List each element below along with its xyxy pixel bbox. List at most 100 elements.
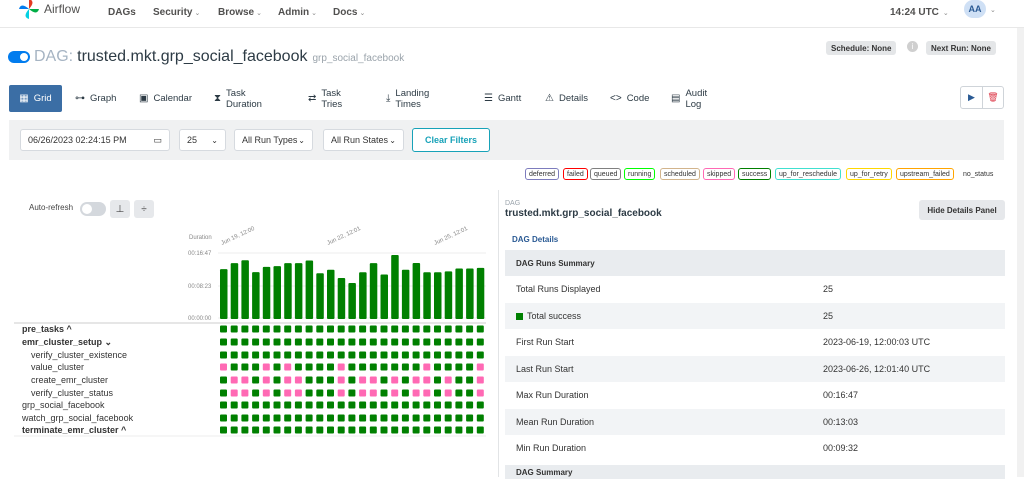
summary-key: First Run Start: [516, 337, 575, 348]
task-instance-square: [423, 325, 431, 333]
delete-dag-button[interactable]: 🗑: [981, 87, 1003, 108]
task-instance-square: [337, 401, 345, 409]
task-instance-square: [444, 389, 452, 397]
task-instance-square: [391, 363, 399, 371]
task-instance-square: [380, 376, 388, 384]
task-row-label[interactable]: value_cluster: [31, 361, 84, 373]
task-instance-square: [220, 389, 227, 397]
legend-success[interactable]: success: [738, 168, 772, 180]
task-instance-square: [262, 351, 270, 359]
task-instance-square: [327, 389, 334, 397]
task-instance-square: [359, 363, 367, 371]
tab-details[interactable]: ⚠ Details: [541, 85, 592, 112]
legend-no-status[interactable]: no_status: [960, 168, 997, 180]
task-row-label[interactable]: pre_tasks ^: [22, 323, 72, 335]
task-instance-square: [284, 376, 292, 384]
task-row-label[interactable]: verify_cluster_status: [31, 387, 113, 399]
task-instance-square: [241, 414, 249, 422]
task-instance-square: [273, 338, 281, 346]
hide-details-button[interactable]: Hide Details Panel: [919, 200, 1005, 220]
task-row-label[interactable]: verify_cluster_existence: [31, 349, 127, 361]
task-instance-square: [230, 414, 238, 422]
summary-value: 25: [823, 310, 834, 321]
task-instance-square: [434, 426, 441, 434]
task-instance-square: [369, 389, 377, 397]
task-row-label[interactable]: emr_cluster_setup ⌄: [22, 336, 112, 348]
task-instance-square: [348, 389, 356, 397]
duration-axis-label: Duration: [189, 235, 212, 241]
tab-code[interactable]: <> Code: [606, 85, 653, 112]
timezone-menu[interactable]: 14:24 UTC ⌄: [890, 7, 949, 18]
panel-divider[interactable]: [498, 190, 499, 477]
legend-running[interactable]: running: [624, 168, 656, 180]
trash-icon: 🗑: [987, 92, 999, 102]
task-instance-square: [316, 351, 324, 359]
task-instance-square: [476, 389, 484, 397]
task-instance-square: [348, 338, 356, 346]
play-icon: ▶: [968, 92, 975, 102]
task-instance-square: [476, 363, 484, 371]
tab-audit-log[interactable]: ▤ Audit Log: [667, 85, 711, 112]
task-instance-square: [305, 389, 313, 397]
task-row-label[interactable]: watch_grp_social_facebook: [22, 412, 133, 424]
task-instance-square: [434, 414, 441, 422]
chevron-down-icon: ⌄: [940, 10, 949, 17]
task-instance-square: [434, 351, 441, 359]
legend-queued[interactable]: queued: [590, 168, 622, 180]
task-instance-square: [252, 363, 260, 371]
legend-failed[interactable]: failed: [563, 168, 588, 180]
task-instance-square: [476, 325, 484, 333]
legend-skipped[interactable]: skipped: [703, 168, 736, 180]
task-instance-square: [466, 338, 474, 346]
legend-up-for-retry[interactable]: up_for_retry: [846, 168, 892, 180]
task-instance-square: [369, 401, 377, 409]
details-kind: DAG: [505, 200, 521, 207]
task-instance-square: [444, 363, 452, 371]
task-instance-square: [284, 325, 292, 333]
task-instance-square: [252, 376, 260, 384]
legend-scheduled[interactable]: scheduled: [660, 168, 700, 180]
task-instance-square: [284, 426, 292, 434]
info-icon[interactable]: i: [907, 41, 918, 52]
duration-bar: [359, 272, 367, 319]
task-instance-square: [273, 325, 281, 333]
summary-row: Min Run Duration 00:09:32: [505, 435, 1005, 462]
summary-value: 00:16:47: [823, 390, 859, 401]
duration-bar: [380, 274, 388, 319]
page-scrollbar[interactable]: [1017, 28, 1024, 477]
duration-bar: [252, 272, 260, 319]
task-instance-square: [230, 401, 238, 409]
task-instance-square: [252, 338, 260, 346]
task-instance-square: [423, 363, 431, 371]
chevron-down-icon[interactable]: ⌄: [990, 6, 996, 14]
task-instance-square: [348, 363, 356, 371]
task-instance-square: [434, 363, 441, 371]
task-instance-square: [305, 351, 313, 359]
task-instance-square: [305, 338, 313, 346]
legend-deferred[interactable]: deferred: [525, 168, 560, 180]
task-instance-square: [391, 389, 399, 397]
user-avatar[interactable]: AA: [964, 0, 986, 18]
task-instance-square: [412, 351, 420, 359]
trigger-dag-button[interactable]: ▶: [961, 87, 982, 108]
task-instance-square: [455, 351, 463, 359]
x-date-label: Jun 22, 12:01: [326, 226, 362, 247]
schedule-badge: Schedule: None: [826, 41, 897, 55]
legend-upstream-failed[interactable]: upstream_failed: [896, 168, 954, 180]
task-instance-square: [369, 351, 377, 359]
task-instance-square: [241, 325, 249, 333]
task-instance-square: [444, 414, 452, 422]
task-instance-square: [359, 414, 367, 422]
summary-value: 00:13:03: [823, 416, 859, 427]
summary-row: Total Runs Displayed 25: [505, 276, 1005, 303]
duration-bar: [476, 267, 485, 319]
task-instance-square: [401, 401, 409, 409]
legend-up-for-reschedule[interactable]: up_for_reschedule: [775, 168, 841, 180]
dag-details-link[interactable]: DAG Details: [512, 235, 558, 244]
task-row-label[interactable]: terminate_emr_cluster ^: [22, 424, 126, 436]
runs-summary-header: DAG Runs Summary: [505, 250, 1005, 276]
task-row-label[interactable]: grp_social_facebook: [22, 399, 105, 411]
task-instance-square: [401, 325, 409, 333]
task-row-label[interactable]: create_emr_cluster: [31, 374, 108, 386]
task-instance-square: [220, 401, 227, 409]
